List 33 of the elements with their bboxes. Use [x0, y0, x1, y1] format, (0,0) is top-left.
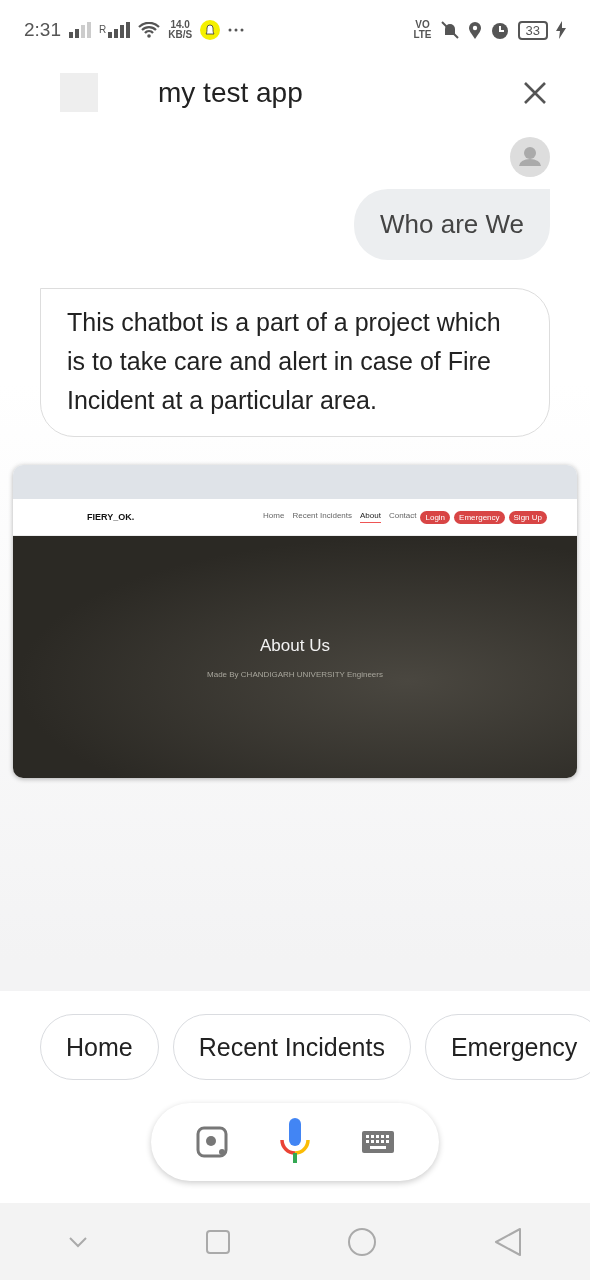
suggestion-chip[interactable]: Home [40, 1014, 159, 1080]
hero-title: About Us [260, 635, 330, 656]
speed-value: 14.0 [170, 20, 190, 30]
home-button[interactable] [347, 1226, 378, 1257]
hero-subtitle: Made By CHANDIGARH UNIVERSITY Engineers [207, 669, 383, 679]
location-icon [467, 21, 482, 39]
battery-level: 33 [517, 20, 548, 40]
signal-icon [69, 22, 91, 38]
volte-label: VO [415, 20, 430, 30]
suggestion-chip[interactable]: Emergency [424, 1014, 590, 1080]
suggestion-chip[interactable]: Recent Incidents [172, 1014, 411, 1080]
muted-bell-icon [439, 21, 460, 39]
lens-button[interactable] [195, 1125, 230, 1159]
wifi-icon [138, 22, 161, 38]
back-button[interactable] [493, 1226, 522, 1257]
more-icon [228, 28, 245, 32]
chevron-down-icon[interactable] [68, 1235, 89, 1248]
speed-unit: KB/S [168, 30, 193, 40]
app-title: my test app [158, 76, 304, 109]
charging-icon [556, 21, 566, 39]
signal-icon [108, 22, 131, 38]
site-brand: FIERY_OK. [87, 512, 136, 522]
roaming-indicator: R [99, 25, 107, 35]
recents-button[interactable] [204, 1228, 231, 1255]
volte-label: LTE [413, 30, 432, 40]
avatar-icon [510, 137, 550, 177]
ghost-icon [200, 20, 221, 40]
keyboard-button[interactable] [360, 1130, 395, 1154]
mic-button[interactable] [278, 1118, 312, 1166]
user-message: Who are We [354, 189, 550, 260]
alarm-icon [489, 20, 510, 40]
bot-message: This chatbot is a part of a project which is to take care and alert in case of Fire Incident at a particular area. [40, 288, 550, 437]
clock: 2:31 [24, 19, 61, 41]
